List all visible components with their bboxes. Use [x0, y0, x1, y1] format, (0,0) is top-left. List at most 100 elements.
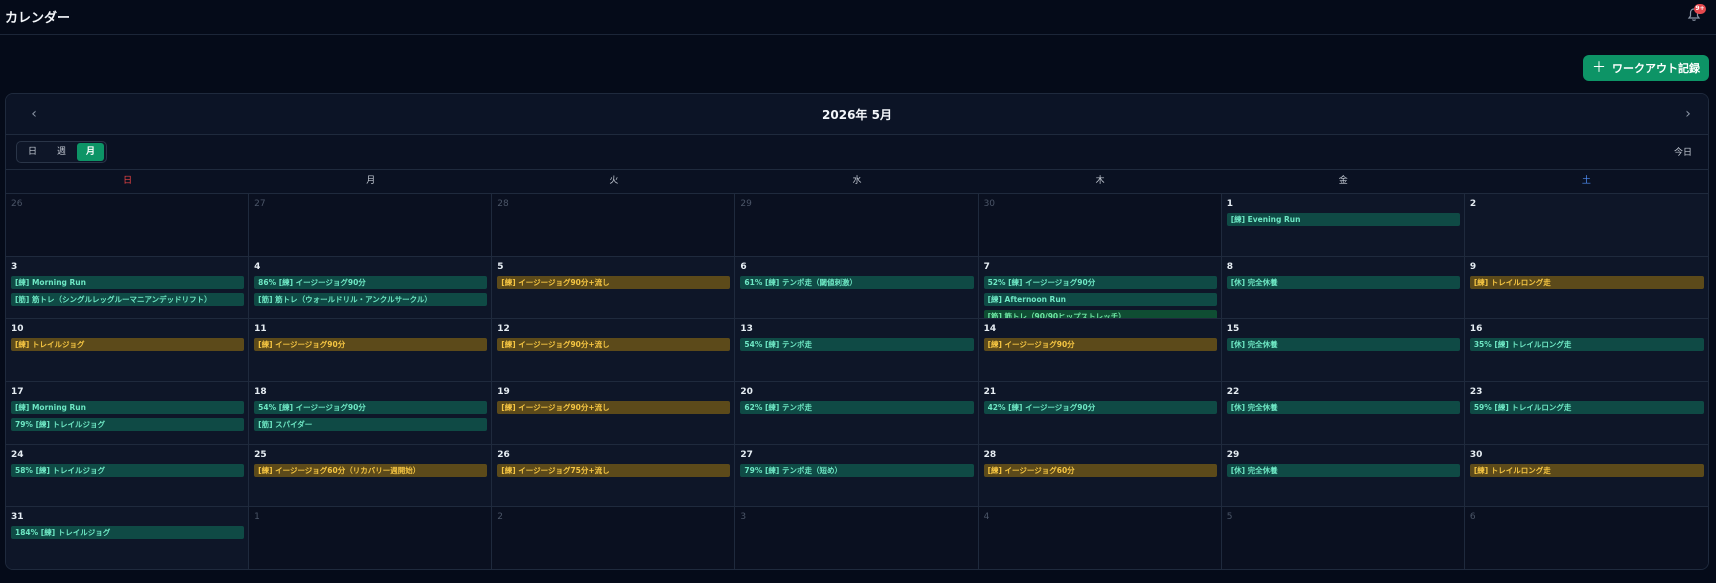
weekday-sat: 土 [1581, 176, 1591, 186]
day-number: 2 [1469, 199, 1477, 209]
day-cell[interactable]: 7 52% [練] イージージョグ90分 [練] Afternoon Run [筋] … [978, 256, 1222, 320]
day-cell[interactable]: 27 79% [練] テンポ走（短め） [735, 444, 979, 508]
day-cell[interactable]: 9 [練] トレイルロング走 [1464, 256, 1708, 320]
day-cell[interactable]: 11 [練] イージージョグ90分 [249, 319, 493, 382]
day-cell[interactable]: 8 [休] 完全休養 [1221, 256, 1465, 320]
view-month-button[interactable]: 月 [77, 143, 104, 161]
day-cell[interactable]: 29 [735, 194, 979, 257]
day-cell[interactable]: 14 [練] イージージョグ90分 [978, 319, 1222, 382]
day-cell[interactable]: 3 [練] Morning Run [筋] 筋トレ（シングルレッグルーマニアンデッド… [6, 256, 250, 320]
notification-bell-icon[interactable]: 9+ [1686, 4, 1706, 23]
calendar-event[interactable]: 42% [練] イージージョグ90分 [983, 401, 1217, 414]
day-number: 26 [497, 449, 510, 460]
view-week-button[interactable]: 週 [48, 143, 75, 161]
day-cell[interactable]: 18 54% [練] イージージョグ90分 [筋] スパイダー [249, 382, 493, 445]
day-cell[interactable]: 28 [練] イージージョグ60分 [978, 444, 1222, 508]
calendar-event[interactable]: [練] トレイルロング走 [1469, 275, 1704, 289]
day-cell[interactable]: 1 [練] Evening Run [1221, 194, 1465, 257]
day-cell[interactable]: 26 [6, 194, 250, 257]
calendar-event[interactable]: [練] イージージョグ90分 [254, 338, 488, 352]
record-workout-label: ワークアウト記録 [1612, 62, 1700, 75]
calendar-event[interactable]: [練] Morning Run [11, 401, 245, 414]
calendar-event[interactable]: [練] イージージョグ90分+流し [497, 401, 731, 414]
calendar-event[interactable]: [練] イージージョグ60分（リカバリー週開始） [254, 463, 488, 477]
day-cell[interactable]: 23 59% [練] トレイルロング走 [1464, 382, 1708, 445]
calendar-event[interactable]: [休] 完全休養 [1226, 338, 1460, 352]
calendar-event[interactable]: 86% [練] イージージョグ90分 [254, 275, 488, 289]
day-cell[interactable]: 12 [練] イージージョグ90分+流し [492, 319, 736, 382]
day-cell[interactable]: 19 [練] イージージョグ90分+流し [492, 382, 736, 445]
calendar-event[interactable]: [練] イージージョグ75分+流し [497, 463, 731, 477]
calendar-event[interactable]: [練] Morning Run [11, 275, 245, 289]
calendar-event[interactable]: [練] イージージョグ90分+流し [497, 275, 731, 289]
day-number: 30 [1469, 449, 1483, 460]
day-cell[interactable]: 1 [249, 507, 493, 569]
calendar-event[interactable]: [練] トレイルロング走 [1469, 463, 1704, 477]
calendar-event[interactable]: 79% [練] テンポ走（短め） [740, 463, 974, 477]
day-cell[interactable]: 4 [978, 507, 1222, 569]
day-number: 16 [1469, 324, 1483, 335]
weekday-thu: 木 [1095, 176, 1105, 186]
day-cell[interactable]: 17 [練] Morning Run 79% [練] トレイルジョグ [6, 382, 250, 445]
day-cell[interactable]: 30 [練] トレイルロング走 [1464, 444, 1708, 508]
calendar-event[interactable]: [筋] スパイダー [254, 418, 488, 431]
calendar-event[interactable]: [練] イージージョグ60分 [983, 463, 1217, 477]
day-cell[interactable]: 27 [249, 194, 493, 257]
calendar-event[interactable]: 58% [練] トレイルジョグ [11, 463, 245, 477]
day-number: 4 [983, 512, 990, 523]
calendar-event[interactable]: [練] イージージョグ90分 [983, 338, 1217, 352]
top-bar: カレンダー 9+ [0, 0, 1716, 35]
calendar-event[interactable]: [練] Evening Run [1226, 213, 1460, 226]
day-cell[interactable]: 21 42% [練] イージージョグ90分 [978, 382, 1222, 445]
day-cell[interactable]: 2 [492, 507, 736, 569]
day-number: 27 [254, 199, 266, 209]
day-cell[interactable]: 13 54% [練] テンポ走 [735, 319, 979, 382]
day-number: 29 [1226, 449, 1240, 460]
calendar-event[interactable]: 54% [練] イージージョグ90分 [254, 401, 488, 414]
calendar-event[interactable]: [休] 完全休養 [1226, 401, 1460, 414]
day-cell[interactable]: 25 [練] イージージョグ60分（リカバリー週開始） [249, 444, 493, 508]
day-cell[interactable]: 30 [978, 194, 1222, 257]
calendar-event[interactable]: [筋] 筋トレ（シングルレッグルーマニアンデッドリフト） [11, 292, 245, 306]
calendar-event[interactable]: [練] トレイルジョグ [11, 338, 245, 352]
day-cell[interactable]: 22 [休] 完全休養 [1221, 382, 1465, 445]
day-cell[interactable]: 6 [1464, 507, 1708, 569]
day-cell[interactable]: 16 35% [練] トレイルロング走 [1464, 319, 1708, 382]
day-cell[interactable]: 24 58% [練] トレイルジョグ [6, 444, 250, 508]
day-cell[interactable]: 2 [1464, 194, 1708, 257]
view-day-button[interactable]: 日 [19, 143, 46, 161]
day-cell[interactable]: 6 61% [練] テンポ走（閾値刺激） [735, 256, 979, 320]
day-cell[interactable]: 28 [492, 194, 736, 257]
calendar-event[interactable]: 184% [練] トレイルジョグ [11, 526, 245, 540]
calendar-event[interactable]: [筋] 筋トレ（90/90ヒップストレッチ） [983, 309, 1217, 319]
day-cell[interactable]: 15 [休] 完全休養 [1221, 319, 1465, 382]
day-cell[interactable]: 4 86% [練] イージージョグ90分 [筋] 筋トレ（ウォールドリル・アンクルサ… [249, 256, 493, 320]
day-cell[interactable]: 26 [練] イージージョグ75分+流し [492, 444, 736, 508]
day-cell[interactable]: 31 184% [練] トレイルジョグ [6, 507, 250, 569]
day-cell[interactable]: 29 [休] 完全休養 [1221, 444, 1465, 508]
calendar-event[interactable]: 54% [練] テンポ走 [740, 338, 974, 352]
day-cell[interactable]: 5 [1221, 507, 1465, 569]
day-cell[interactable]: 3 [735, 507, 979, 569]
calendar-event[interactable]: [練] Afternoon Run [983, 292, 1217, 306]
calendar-event[interactable]: [練] イージージョグ90分+流し [497, 338, 731, 352]
calendar-event[interactable]: 59% [練] トレイルロング走 [1469, 401, 1704, 414]
record-workout-button[interactable]: ＋ ワークアウト記録 [1583, 55, 1709, 81]
calendar-event[interactable]: [筋] 筋トレ（ウォールドリル・アンクルサークル） [254, 292, 488, 306]
page-title: カレンダー [5, 11, 71, 26]
calendar-event[interactable]: 62% [練] テンポ走 [740, 401, 974, 414]
today-button[interactable]: 今日 [1674, 145, 1692, 158]
day-cell[interactable]: 5 [練] イージージョグ90分+流し [492, 256, 736, 320]
calendar: ‹ 2026年 5月 › 日 週 月 今日 日 月 火 水 木 金 土 26 27… [5, 93, 1709, 570]
calendar-event[interactable]: [休] 完全休養 [1226, 275, 1460, 289]
day-cell[interactable]: 20 62% [練] テンポ走 [735, 382, 979, 445]
chevron-right-icon[interactable]: › [1678, 104, 1698, 124]
day-cell[interactable]: 10 [練] トレイルジョグ [6, 319, 250, 382]
calendar-event[interactable]: 52% [練] イージージョグ90分 [983, 275, 1217, 289]
calendar-event[interactable]: 35% [練] トレイルロング走 [1469, 338, 1704, 352]
day-number: 15 [1226, 324, 1240, 335]
calendar-event[interactable]: 61% [練] テンポ走（閾値刺激） [740, 275, 974, 289]
day-number: 3 [11, 261, 18, 272]
calendar-event[interactable]: 79% [練] トレイルジョグ [11, 418, 245, 431]
calendar-event[interactable]: [休] 完全休養 [1226, 463, 1460, 477]
